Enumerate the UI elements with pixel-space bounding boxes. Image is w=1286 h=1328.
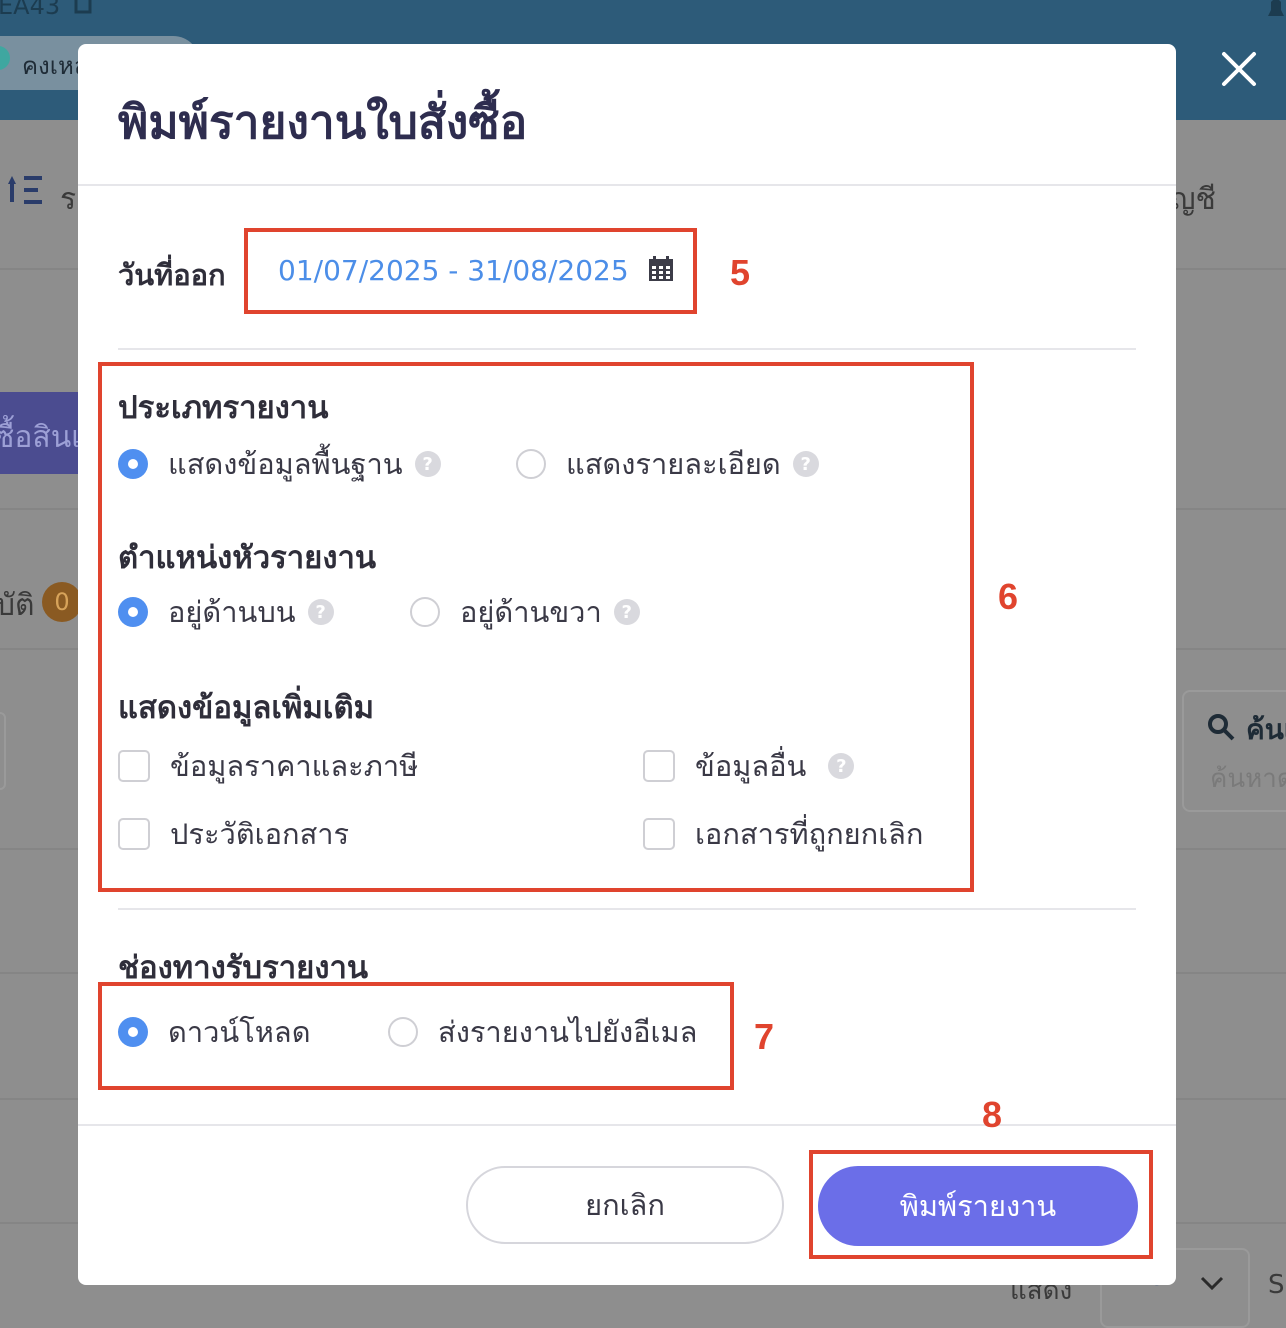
header-divider	[78, 184, 1176, 186]
purchase-button-label: ซื้อสินเ	[0, 420, 82, 455]
search-placeholder: ค้นหาด	[1210, 764, 1286, 794]
annotation-number-7: 7	[754, 1016, 775, 1057]
right-tab-fragment: ัญชี	[1170, 182, 1216, 217]
sort-icon	[8, 176, 42, 204]
bell-icon	[1268, 0, 1284, 16]
search-label: ค้นเ	[1246, 713, 1286, 746]
copy-icon	[74, 0, 92, 14]
right-edge-fragment: S	[1268, 1270, 1285, 1300]
chevron-down-icon	[1200, 1276, 1224, 1291]
annotation-box-print	[809, 1150, 1153, 1259]
order-code-fragment: EA43	[0, 0, 61, 20]
filter-box	[0, 712, 6, 790]
tab-fragment: ร	[60, 182, 77, 217]
annotation-number-8: 8	[982, 1094, 1003, 1135]
section-divider	[118, 348, 1136, 350]
section-divider	[118, 908, 1136, 910]
annotation-box-delivery	[98, 982, 734, 1090]
annotation-box-options	[98, 362, 974, 892]
tab-approve-fragment: บัติ	[0, 588, 35, 623]
footer-divider	[78, 1124, 1176, 1126]
cancel-button[interactable]: ยกเลิก	[466, 1166, 784, 1244]
annotation-box-date	[244, 228, 697, 314]
annotation-number-6: 6	[998, 576, 1019, 617]
date-label: วันที่ออก	[118, 258, 226, 292]
count-badge: 0	[42, 582, 82, 622]
annotation-number-5: 5	[730, 252, 751, 293]
search-icon	[1208, 714, 1235, 741]
close-icon[interactable]	[1216, 46, 1262, 92]
modal-title: พิมพ์รายงานใบสั่งซื้อ	[118, 95, 528, 149]
